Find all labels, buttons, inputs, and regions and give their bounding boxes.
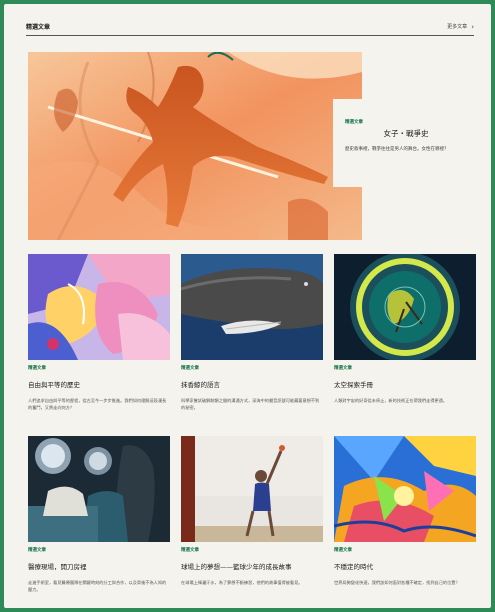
article-tag: 精選文章 bbox=[334, 366, 352, 371]
article-tag: 精選文章 bbox=[181, 366, 199, 371]
article-title[interactable]: 球場上的夢想——籃球少年的成長故事 bbox=[181, 561, 323, 571]
hero-text-panel[interactable]: 精選文章 女子・戰爭史 歷史敘事裡，戰爭往往是男人的舞台。女性在哪裡？ bbox=[333, 99, 475, 187]
article-title[interactable]: 太空探索手冊 bbox=[334, 379, 476, 389]
article-tag: 精選文章 bbox=[28, 366, 46, 371]
section-title: 精選文章 bbox=[26, 24, 51, 31]
article-tag: 精選文章 bbox=[181, 548, 199, 553]
article-image[interactable] bbox=[181, 436, 323, 542]
article-excerpt: 走進手術室，看見醫療團隊在關鍵時刻的分工與合作，以及背後不為人知的壓力。 bbox=[28, 580, 167, 592]
article-card[interactable]: 精選文章 抹香鯨的語言 科學家嘗試破解鯨類之間的溝通方式，深海中的聲音訊號可能藏… bbox=[181, 254, 323, 411]
article-image[interactable] bbox=[28, 254, 170, 360]
article-card[interactable]: 精選文章 球場上的夢想——籃球少年的成長故事 在球場上揮灑汗水，為了夢想不斷練習… bbox=[181, 436, 323, 587]
hero-tag: 精選文章 bbox=[345, 120, 363, 125]
article-image[interactable] bbox=[334, 436, 476, 542]
article-tag: 精選文章 bbox=[28, 548, 46, 553]
article-excerpt: 世界局勢變化快速，我們該如何面對各種不確定，找到自己的位置？ bbox=[334, 580, 460, 585]
article-excerpt: 科學家嘗試破解鯨類之間的溝通方式，深海中的聲音訊號可能藏著意想不到的秘密。 bbox=[181, 398, 320, 410]
more-articles-link[interactable]: 更多文章 › bbox=[447, 23, 474, 31]
article-title[interactable]: 醫療現場，開刀房裡 bbox=[28, 561, 170, 571]
article-title[interactable]: 抹香鯨的語言 bbox=[181, 379, 323, 389]
article-image[interactable] bbox=[334, 254, 476, 360]
hero-title[interactable]: 女子・戰爭史 bbox=[345, 128, 467, 139]
article-card[interactable]: 精選文章 自由與平等的歷史 人們追求自由與平等的歷程，從古至今一步步推進。我們如… bbox=[28, 254, 170, 411]
hero-excerpt: 歷史敘事裡，戰爭往往是男人的舞台。女性在哪裡？ bbox=[345, 147, 449, 152]
section-header: 精選文章 更多文章 › bbox=[26, 18, 474, 36]
article-card[interactable]: 精選文章 太空探索手冊 人類對宇宙的好奇從未停止，新的技術正在帶我們走得更遠。 bbox=[334, 254, 476, 405]
article-excerpt: 在球場上揮灑汗水，為了夢想不斷練習，他們的故事值得被看見。 bbox=[181, 580, 303, 585]
article-tag: 精選文章 bbox=[334, 548, 352, 553]
more-articles-label: 更多文章 bbox=[447, 24, 468, 30]
article-excerpt: 人類對宇宙的好奇從未停止，新的技術正在帶我們走得更遠。 bbox=[334, 398, 448, 403]
article-card[interactable]: 精選文章 不穩定的時代 世界局勢變化快速，我們該如何面對各種不確定，找到自己的位… bbox=[334, 436, 476, 587]
article-image[interactable] bbox=[181, 254, 323, 360]
article-excerpt: 人們追求自由與平等的歷程，從古至今一步步推進。我們如何理解這段漫長的奮鬥，又將走… bbox=[28, 398, 167, 410]
chevron-right-icon: › bbox=[471, 22, 474, 31]
article-image[interactable] bbox=[28, 436, 170, 542]
article-title[interactable]: 自由與平等的歷史 bbox=[28, 379, 170, 389]
article-title[interactable]: 不穩定的時代 bbox=[334, 561, 476, 571]
article-card[interactable]: 精選文章 醫療現場，開刀房裡 走進手術室，看見醫療團隊在關鍵時刻的分工與合作，以… bbox=[28, 436, 170, 593]
hero-image[interactable] bbox=[28, 52, 362, 240]
